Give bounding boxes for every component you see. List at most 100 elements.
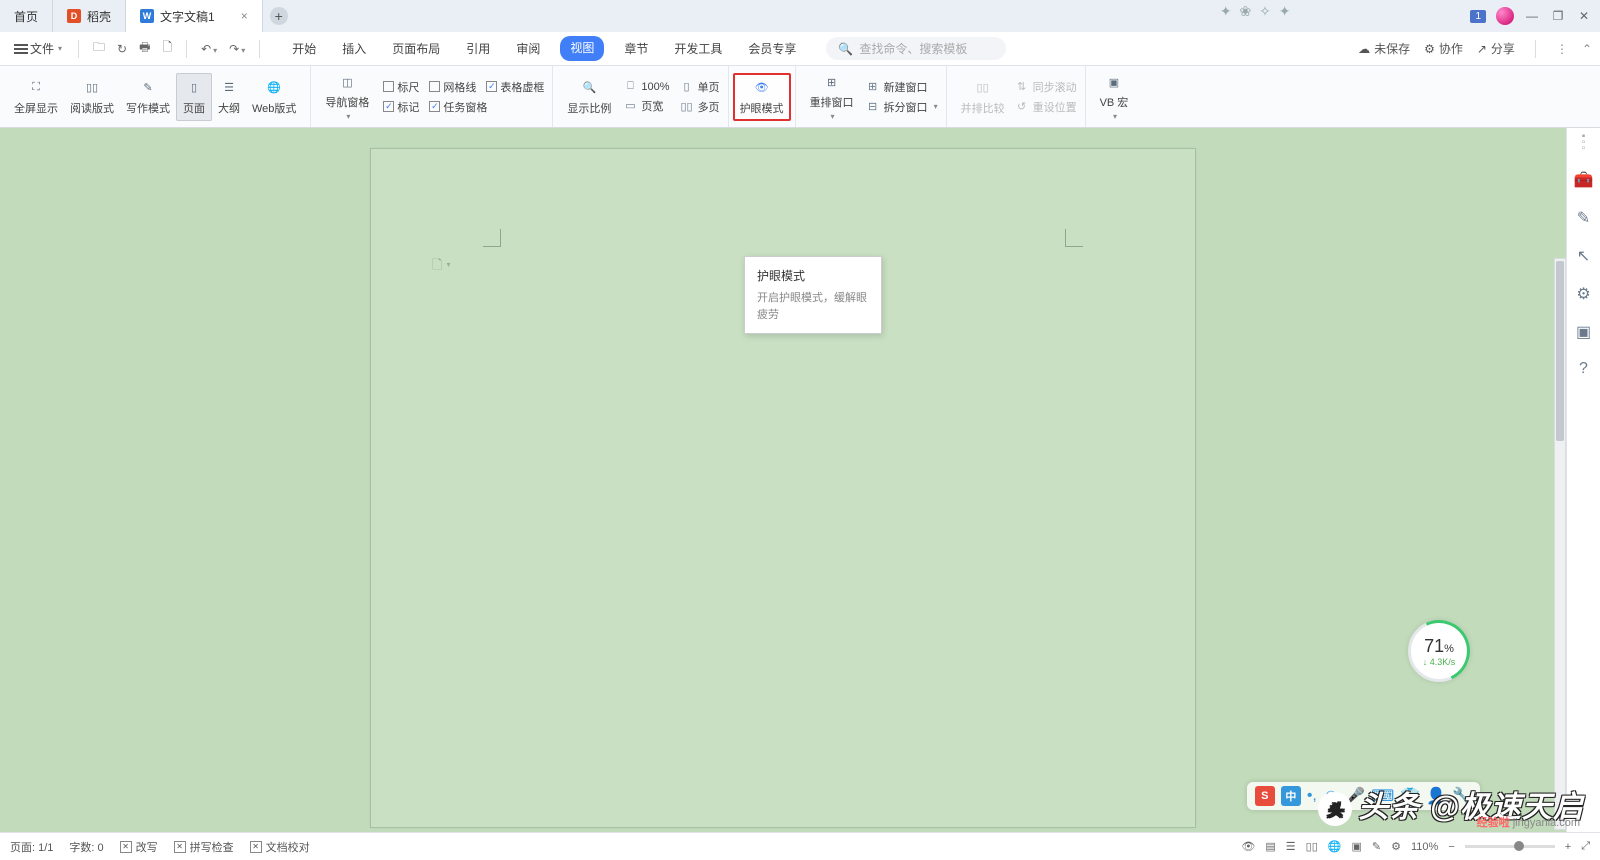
restore-button[interactable]: ❐ xyxy=(1550,9,1566,23)
view-pen-icon[interactable]: ✎ xyxy=(1372,840,1381,853)
tab-label: 首页 xyxy=(14,8,38,25)
margin-corner-tr xyxy=(1065,229,1083,247)
tab-label: 文字文稿1 xyxy=(160,8,215,25)
print-preview-icon[interactable]: ↻ xyxy=(113,40,131,58)
zoom-value[interactable]: 110% xyxy=(1411,841,1438,853)
vb-macro-button[interactable]: ▣VB 宏▾ xyxy=(1094,68,1135,125)
grid-checkbox[interactable]: 网格线 xyxy=(429,79,476,95)
minimize-button[interactable]: — xyxy=(1524,9,1540,23)
task-pane-checkbox[interactable]: ✓任务窗格 xyxy=(429,99,487,115)
avatar[interactable] xyxy=(1496,7,1514,25)
multi-page-button[interactable]: ▯▯多页 xyxy=(680,99,720,115)
read-layout-button[interactable]: ▯▯阅读版式 xyxy=(64,74,120,120)
help-icon[interactable]: ? xyxy=(1579,360,1588,378)
new-window-button[interactable]: ⊞新建窗口 xyxy=(866,79,938,95)
word-count[interactable]: 字数: 0 xyxy=(69,839,103,855)
collab-button[interactable]: ⚙协作 xyxy=(1424,40,1463,57)
menu-review[interactable]: 审阅 xyxy=(510,36,546,61)
ime-cn-icon[interactable]: 中 xyxy=(1281,786,1301,806)
search-input[interactable]: 🔍 查找命令、搜索模板 xyxy=(826,37,1006,60)
toolbox-icon[interactable]: 🧰 xyxy=(1574,170,1594,190)
close-window-button[interactable]: ✕ xyxy=(1576,9,1592,23)
pen-icon: ✎ xyxy=(143,78,152,98)
rearrange-window-button[interactable]: ⊞重排窗口▾ xyxy=(804,68,860,125)
split-window-button[interactable]: ⊟拆分窗口▾ xyxy=(866,99,938,115)
width-icon: ▭ xyxy=(623,99,637,113)
more-icon[interactable]: ⋮ xyxy=(1556,42,1568,56)
zoom-out-icon[interactable]: − xyxy=(1448,841,1454,853)
menu-start[interactable]: 开始 xyxy=(286,36,322,61)
undo-icon[interactable]: ↶▾ xyxy=(197,40,221,58)
split-icon: ⊟ xyxy=(866,100,880,114)
rewrite-toggle[interactable]: ✕改写 xyxy=(120,839,158,855)
print-icon[interactable]: 🖶 xyxy=(135,36,154,61)
menu-devtools[interactable]: 开发工具 xyxy=(668,36,728,61)
menu-view[interactable]: 视图 xyxy=(560,36,604,61)
menu-insert[interactable]: 插入 xyxy=(336,36,372,61)
pencil-icon[interactable]: ✎ xyxy=(1577,208,1590,228)
redo-icon[interactable]: ↷▾ xyxy=(225,40,249,58)
scrollbar-thumb[interactable] xyxy=(1556,261,1564,441)
view-web-icon[interactable]: 🌐 xyxy=(1328,840,1342,853)
zoom-in-icon[interactable]: + xyxy=(1565,841,1571,853)
section-indicator-icon[interactable]: 🗋 ▾ xyxy=(432,256,451,278)
mark-checkbox[interactable]: ✓标记 xyxy=(383,99,419,115)
save-icon[interactable]: 🗀 xyxy=(89,36,109,61)
zoom-100-button[interactable]: ⎕100% xyxy=(623,80,669,94)
view-focus-icon[interactable]: ▣ xyxy=(1351,840,1361,853)
doccheck-toggle[interactable]: ✕文档校对 xyxy=(250,839,310,855)
zoom-ratio-button[interactable]: 🔍显示比例 xyxy=(561,74,617,120)
page-width-button[interactable]: ▭页宽 xyxy=(623,98,669,114)
menu-layout[interactable]: 页面布局 xyxy=(386,36,446,61)
fullscreen-button[interactable]: ⛶全屏显示 xyxy=(8,74,64,120)
menu-chapter[interactable]: 章节 xyxy=(618,36,654,61)
nav-pane-button[interactable]: ◫导航窗格▾ xyxy=(319,68,375,125)
menu-reference[interactable]: 引用 xyxy=(460,36,496,61)
single-page-button[interactable]: ▯单页 xyxy=(680,79,720,95)
share-button[interactable]: ↗分享 xyxy=(1477,40,1515,57)
write-mode-button[interactable]: ✎写作模式 xyxy=(120,74,176,120)
performance-meter[interactable]: 71% ↓ 4.3K/s xyxy=(1408,620,1470,682)
new-tab-button[interactable]: + xyxy=(263,0,295,32)
page-layout-button[interactable]: ▯页面 xyxy=(176,73,212,121)
file-menu[interactable]: 文件 ▾ xyxy=(8,37,68,60)
outline-button[interactable]: ☰大纲 xyxy=(212,74,246,120)
tab-home[interactable]: 首页 xyxy=(0,0,53,32)
titlebar-decoration: ✦ ❀ ✧ ✦ xyxy=(1220,3,1293,20)
page-count[interactable]: 页面: 1/1 xyxy=(10,839,53,855)
cursor-icon[interactable]: ↖ xyxy=(1577,246,1590,266)
close-tab-icon[interactable]: × xyxy=(241,9,248,23)
zoom-config-icon[interactable]: ⚙ xyxy=(1391,840,1401,853)
view-outline-icon[interactable]: ☰ xyxy=(1286,840,1296,853)
notification-badge[interactable]: 1 xyxy=(1470,10,1486,23)
zoom-slider[interactable] xyxy=(1465,845,1555,848)
ime-punct-icon[interactable]: •, xyxy=(1307,787,1317,805)
tab-document[interactable]: W 文字文稿1 × xyxy=(126,0,263,32)
cloud-icon: ☁ xyxy=(1358,42,1370,56)
spellcheck-toggle[interactable]: ✕拼写检查 xyxy=(174,839,234,855)
nav-dots-icon[interactable]: ▪▫▫ xyxy=(1582,134,1586,152)
document-page[interactable]: 🗋 ▾ xyxy=(370,148,1196,828)
fit-icon[interactable]: ⤢ xyxy=(1581,840,1590,853)
collapse-ribbon-icon[interactable]: ⌃ xyxy=(1582,42,1592,56)
eye-protect-button[interactable]: 👁护眼模式 xyxy=(733,73,791,121)
view-page-icon[interactable]: ▤ xyxy=(1265,840,1275,853)
hundred-icon: ⎕ xyxy=(623,80,637,94)
vertical-scrollbar[interactable] xyxy=(1554,258,1566,830)
watermark-logo-icon: 头 xyxy=(1318,792,1352,826)
tab-daoke[interactable]: D 稻壳 xyxy=(53,0,126,32)
preview-icon[interactable]: 🗋 xyxy=(158,36,176,61)
view-read-icon[interactable]: ▯▯ xyxy=(1306,840,1318,853)
settings-slider-icon[interactable]: ⚙ xyxy=(1576,284,1590,304)
table-border-checkbox[interactable]: ✓表格虚框 xyxy=(486,79,544,95)
web-layout-button[interactable]: 🌐Web版式 xyxy=(246,74,302,120)
eye-mode-status-icon[interactable]: 👁 xyxy=(1241,840,1255,853)
sogou-icon[interactable]: S xyxy=(1255,786,1275,806)
unsaved-status[interactable]: ☁未保存 xyxy=(1358,40,1410,57)
menu-member[interactable]: 会员专享 xyxy=(742,36,802,61)
chevron-down-icon: ▾ xyxy=(58,44,62,53)
meter-rate: ↓ 4.3K/s xyxy=(1423,657,1456,667)
ruler-checkbox[interactable]: 标尺 xyxy=(383,79,419,95)
book-icon: ▯▯ xyxy=(86,78,98,98)
clipboard-icon[interactable]: ▣ xyxy=(1576,322,1591,342)
